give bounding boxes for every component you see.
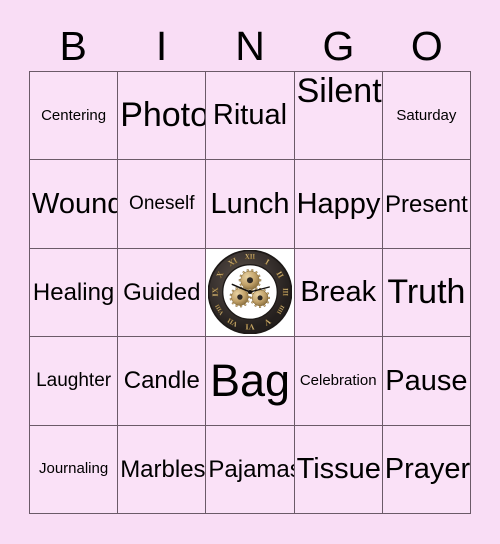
bingo-cell-lunch[interactable]: Lunch (206, 160, 294, 248)
bingo-cell-candle[interactable]: Candle (118, 337, 206, 425)
bingo-cell-tissue[interactable]: Tissue (294, 425, 382, 513)
bingo-cell-pause[interactable]: Pause (382, 337, 470, 425)
bingo-cell-label: Guided (123, 278, 201, 306)
bingo-cell-label: Oneself (129, 193, 195, 215)
bingo-header-letter-g: G (322, 23, 355, 69)
bingo-cell-photo[interactable]: Photo (118, 72, 206, 160)
svg-text:III: III (281, 288, 288, 296)
bingo-cell-label: Wound (32, 187, 118, 220)
bingo-cell-label: Happy (296, 187, 381, 220)
bingo-cell-label: Healing (32, 278, 115, 306)
bingo-header: BINGO (29, 22, 471, 71)
bingo-cell-label: Centering (41, 106, 107, 124)
bingo-cell-healing[interactable]: Healing (30, 248, 118, 337)
bingo-cell-prayer[interactable]: Prayer (382, 425, 470, 513)
bingo-cell-oneself[interactable]: Oneself (118, 160, 206, 248)
bingo-cell-wound[interactable]: Wound (30, 160, 118, 248)
svg-text:VI: VI (245, 322, 254, 331)
bingo-cell-marbles[interactable]: Marbles (118, 425, 206, 513)
bingo-header-letter-b: B (59, 23, 87, 69)
bingo-cell-label: Tissue (296, 453, 381, 486)
bingo-cell-label: Silent (296, 72, 382, 110)
bingo-cell-label: Marbles (120, 455, 206, 483)
bingo-cell-label: Journaling (38, 460, 109, 478)
bingo-cell-label: Celebration (299, 372, 377, 390)
bingo-cell-silent[interactable]: Silent (294, 72, 382, 160)
bingo-cell-ritual[interactable]: Ritual (206, 72, 294, 160)
bingo-cell-label: Saturday (396, 106, 457, 124)
bingo-header-letter-i: I (155, 23, 168, 69)
bingo-cell-truth[interactable]: Truth (382, 248, 470, 337)
bingo-cell-bag[interactable]: Bag (206, 337, 294, 425)
bingo-cell-label: Pajamas (208, 455, 294, 483)
bingo-cell-label: Laughter (36, 369, 112, 391)
bingo-cell-happy[interactable]: Happy (294, 160, 382, 248)
bingo-cell-label: Candle (123, 367, 200, 395)
roman-numeral-gear-clock-icon: XII IIIIIIIIIIVVIVIIVIIIIXXXI (207, 250, 292, 335)
bingo-cell-guided[interactable]: Guided (118, 248, 206, 337)
bingo-cell-label: Pause (385, 364, 468, 397)
bingo-cell-label: Photo (120, 95, 206, 134)
bingo-cell-free-space[interactable]: XII I II III IIII V VI VII VIII IX X XI (206, 248, 294, 337)
bingo-cell-centering[interactable]: Centering (30, 72, 118, 160)
bingo-cell-label: Lunch (210, 187, 290, 220)
bingo-cell-label: Truth (387, 272, 466, 311)
bingo-card: B I N G O Centering Photo Ritual Silent Saturday… (0, 0, 500, 544)
bingo-cell-saturday[interactable]: Saturday (382, 72, 470, 160)
bingo-cell-label: Break (300, 276, 377, 309)
bingo-cell-break[interactable]: Break (294, 248, 382, 337)
bingo-cell-label: Present (385, 190, 468, 218)
svg-text:IX: IX (211, 288, 220, 297)
bingo-cell-label: Bag (209, 355, 291, 407)
bingo-header-letter-n: N (235, 23, 265, 69)
bingo-cell-label: Prayer (384, 453, 470, 486)
bingo-cell-journaling[interactable]: Journaling (30, 425, 118, 513)
bingo-cell-present[interactable]: Present (382, 160, 470, 248)
free-space-image: XII I II III IIII V VI VII VIII IX X XI (206, 248, 294, 337)
bingo-cell-celebration[interactable]: Celebration (294, 337, 382, 425)
bingo-cell-laughter[interactable]: Laughter (30, 337, 118, 425)
bingo-cell-pajamas[interactable]: Pajamas (206, 425, 294, 513)
svg-text:XII: XII (245, 255, 256, 262)
bingo-header-letter-o: O (410, 23, 443, 69)
bingo-grid: Centering Photo Ritual Silent Saturday Wound O… (29, 71, 471, 514)
bingo-cell-label: Ritual (212, 99, 288, 132)
